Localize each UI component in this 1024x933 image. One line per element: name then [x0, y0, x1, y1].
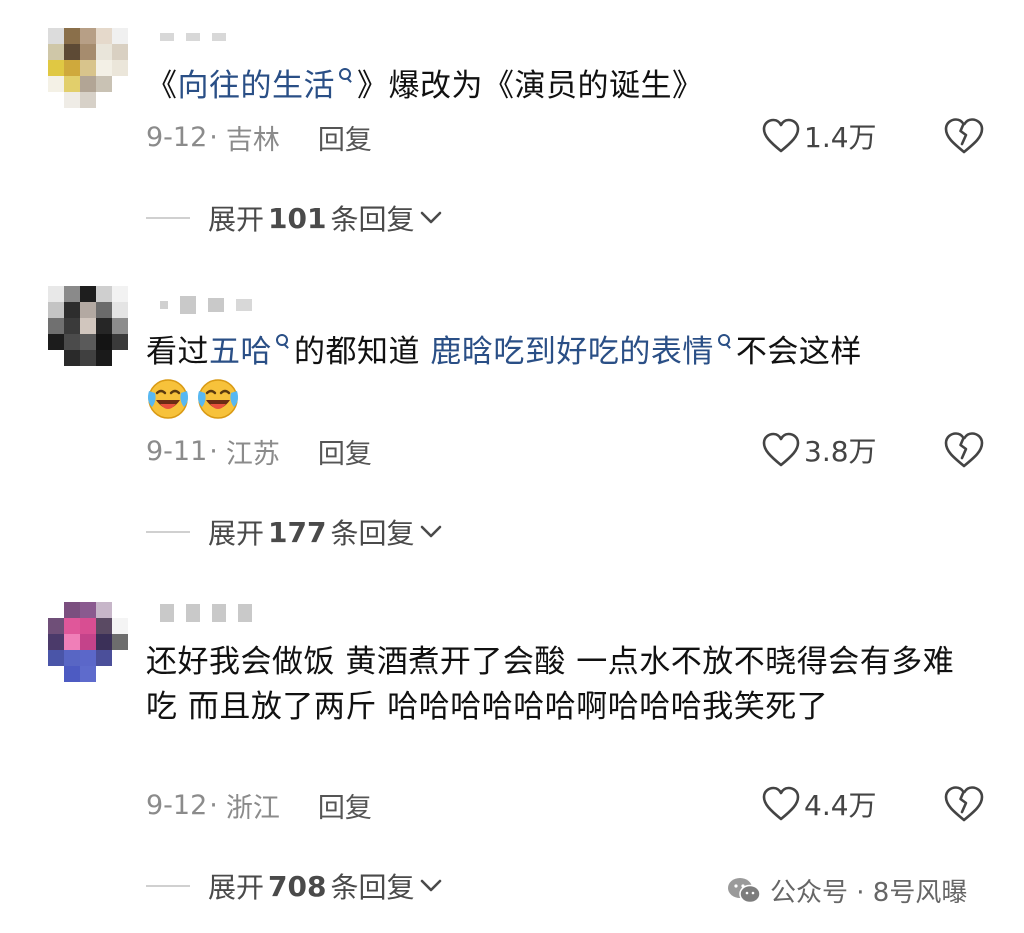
- search-icon: [337, 64, 353, 88]
- comment-text: 《向往的生活 》爆改为《演员的诞生》: [146, 64, 976, 109]
- expand-suffix: 条回复: [330, 871, 415, 904]
- avatar[interactable]: [48, 286, 128, 366]
- comment-date: 9-12: [146, 790, 208, 821]
- username[interactable]: [160, 296, 252, 314]
- text-segment: 》爆改为《演员的诞生》: [357, 68, 704, 104]
- search-link[interactable]: 五哈: [209, 334, 294, 370]
- link-text[interactable]: 五哈: [209, 334, 272, 370]
- separator-dot: ·: [209, 790, 218, 821]
- chevron-down-icon: [421, 525, 442, 538]
- chevron-down-icon: [421, 211, 442, 224]
- text-segment: 的都知道: [294, 334, 431, 370]
- watermark: 公众号 · 8号风曝: [726, 872, 967, 909]
- expand-replies[interactable]: 展开 177 条回复: [146, 512, 442, 552]
- username[interactable]: [160, 604, 252, 622]
- expand-replies[interactable]: 展开 708 条回复: [146, 866, 442, 906]
- watermark-label: 公众号 · 8号风曝: [770, 878, 968, 908]
- avatar[interactable]: [48, 602, 128, 682]
- divider-line: [146, 885, 190, 887]
- search-icon: [716, 330, 732, 354]
- search-link[interactable]: 鹿晗吃到好吃的表情: [430, 334, 736, 370]
- like-count: 4.4万: [804, 789, 877, 822]
- chevron-down-icon: [421, 879, 442, 892]
- reply-button[interactable]: 回复: [318, 118, 372, 157]
- separator-dot: ·: [209, 436, 218, 467]
- heart-outline-icon: [762, 432, 800, 467]
- expand-prefix: 展开: [208, 871, 265, 904]
- like-button[interactable]: 4.4万: [762, 784, 877, 824]
- search-link[interactable]: 向往的生活: [178, 68, 358, 104]
- heart-outline-icon: [762, 786, 800, 821]
- comment-location: 浙江: [225, 793, 280, 824]
- text-segment: 不会这样: [735, 334, 862, 370]
- comment-meta: 9-11 · 江苏 回复: [146, 432, 372, 471]
- broken-heart-icon[interactable]: [944, 431, 984, 469]
- link-text[interactable]: 向往的生活: [178, 68, 336, 104]
- divider-line: [146, 217, 190, 219]
- comment-date: 9-12: [146, 122, 208, 153]
- comment-text: 看过五哈 的都知道 鹿晗吃到好吃的表情 不会这样: [146, 330, 976, 421]
- comment-location: 吉林: [225, 125, 280, 156]
- broken-heart-icon[interactable]: [944, 117, 984, 155]
- wechat-icon: [728, 877, 761, 903]
- username[interactable]: [160, 28, 226, 46]
- expand-suffix: 条回复: [330, 203, 415, 236]
- heart-outline-icon: [762, 118, 800, 153]
- laughing-crying-emoji: [198, 378, 238, 419]
- comment-date: 9-11: [146, 436, 208, 467]
- expand-prefix: 展开: [208, 203, 265, 236]
- broken-heart-icon[interactable]: [944, 785, 984, 823]
- expand-replies[interactable]: 展开 101 条回复: [146, 198, 442, 238]
- divider-line: [146, 531, 190, 533]
- comment-meta: 9-12 · 浙江 回复: [146, 786, 372, 825]
- text-segment: 《: [146, 68, 178, 104]
- reply-count: 177: [268, 515, 327, 549]
- text-segment: 看过: [146, 334, 209, 370]
- laughing-crying-emoji: [148, 378, 188, 419]
- like-button[interactable]: 3.8万: [762, 430, 877, 470]
- avatar[interactable]: [48, 28, 128, 108]
- separator-dot: ·: [209, 122, 218, 153]
- comment-location: 江苏: [225, 439, 280, 470]
- reply-button[interactable]: 回复: [318, 432, 372, 471]
- comment-meta: 9-12 · 吉林 回复: [146, 118, 372, 157]
- like-button[interactable]: 1.4万: [762, 116, 877, 156]
- reply-button[interactable]: 回复: [318, 786, 372, 825]
- expand-suffix: 条回复: [330, 517, 415, 550]
- link-text[interactable]: 鹿晗吃到好吃的表情: [430, 334, 714, 370]
- reply-count: 101: [268, 201, 327, 235]
- expand-prefix: 展开: [208, 517, 265, 550]
- like-count: 1.4万: [804, 121, 877, 154]
- search-icon: [274, 330, 290, 354]
- comment-text: 还好我会做饭 黄酒煮开了会酸 一点水不放不晓得会有多难吃 而且放了两斤 哈哈哈哈…: [146, 644, 955, 725]
- reply-count: 708: [268, 869, 327, 903]
- like-count: 3.8万: [804, 435, 877, 468]
